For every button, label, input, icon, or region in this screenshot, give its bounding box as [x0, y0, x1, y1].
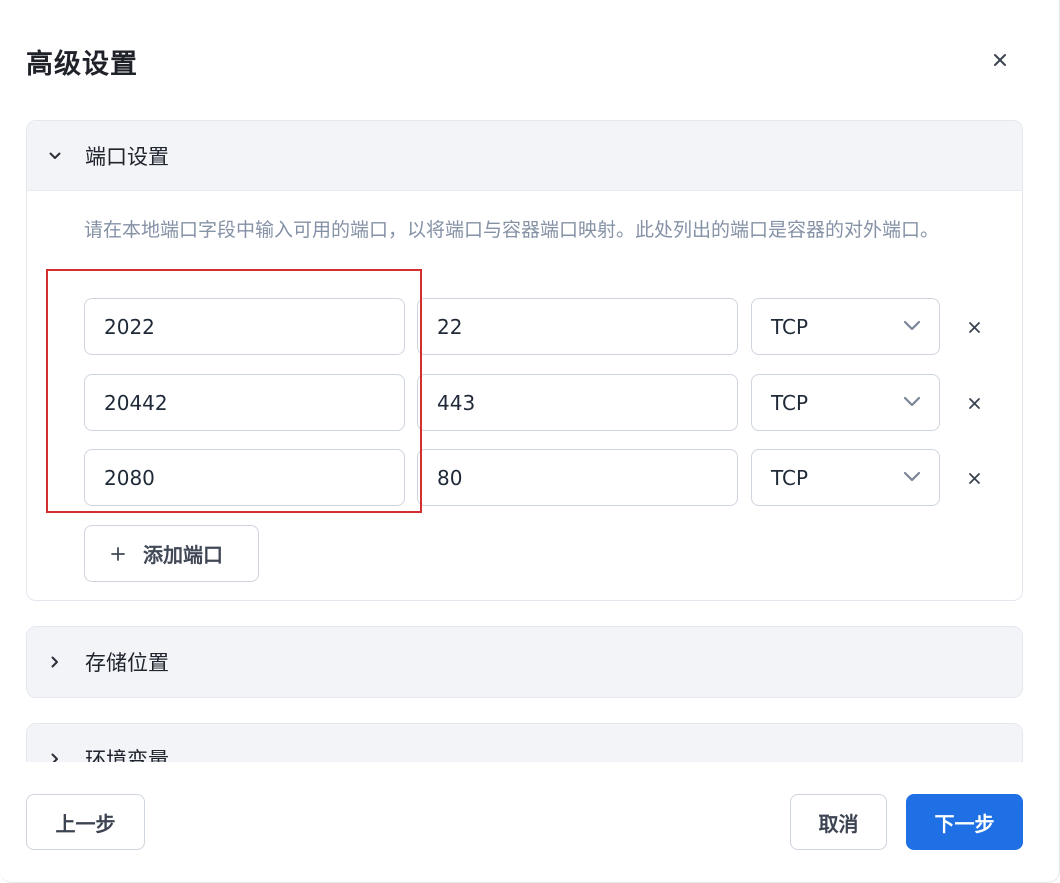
protocol-select[interactable]: TCP: [751, 374, 940, 431]
local-port-input[interactable]: [84, 374, 405, 431]
local-port-value[interactable]: [104, 314, 404, 339]
cancel-button[interactable]: 取消: [790, 794, 887, 850]
close-icon: [968, 321, 980, 333]
section-header-port-settings[interactable]: 端口设置: [27, 121, 1022, 191]
close-icon: [968, 472, 980, 484]
port-description: 请在本地端口字段中输入可用的端口，以将端口与容器端口映射。此处列出的端口是容器的…: [84, 219, 940, 241]
chevron-right-icon: [47, 751, 63, 762]
next-button[interactable]: 下一步: [906, 794, 1023, 850]
protocol-value: TCP: [771, 390, 809, 415]
container-port-input[interactable]: [417, 374, 738, 431]
back-button[interactable]: 上一步: [26, 794, 145, 850]
plus-icon: [111, 546, 125, 561]
local-port-value[interactable]: [104, 465, 404, 490]
chevron-down-icon: [903, 396, 921, 407]
section-header-storage-location[interactable]: 存储位置: [27, 627, 1022, 697]
container-port-value[interactable]: [437, 465, 737, 490]
chevron-down-icon: [47, 148, 63, 164]
add-port-label: 添加端口: [143, 543, 223, 567]
dialog-title: 高级设置: [26, 49, 138, 80]
chevron-right-icon: [47, 654, 63, 670]
close-icon: [968, 397, 980, 409]
settings-scroll-area[interactable]: 端口设置 请在本地端口字段中输入可用的端口，以将端口与容器端口映射。此处列出的端…: [0, 110, 1060, 762]
container-port-input[interactable]: [417, 449, 738, 506]
protocol-select[interactable]: TCP: [751, 298, 940, 355]
close-button[interactable]: [984, 44, 1016, 76]
chevron-down-icon: [903, 471, 921, 482]
protocol-value: TCP: [771, 465, 809, 490]
advanced-settings-dialog: 高级设置 端口设置 请在本地端口字段中输入可用的端口，以将端口与容器端口映射。此…: [0, 0, 1060, 883]
section-label: 端口设置: [85, 144, 169, 169]
section-port-settings: 端口设置 请在本地端口字段中输入可用的端口，以将端口与容器端口映射。此处列出的端…: [26, 120, 1023, 601]
section-environment-variables: 环境变量: [26, 723, 1023, 762]
local-port-input[interactable]: [84, 298, 405, 355]
container-port-value[interactable]: [437, 390, 737, 415]
add-port-button[interactable]: 添加端口: [84, 525, 259, 582]
close-icon: [994, 54, 1006, 66]
container-port-input[interactable]: [417, 298, 738, 355]
remove-port-button[interactable]: [959, 312, 989, 342]
remove-port-button[interactable]: [959, 388, 989, 418]
section-header-environment-variables[interactable]: 环境变量: [27, 724, 1022, 762]
section-storage-location: 存储位置: [26, 626, 1023, 698]
chevron-down-icon: [903, 320, 921, 331]
container-port-value[interactable]: [437, 314, 737, 339]
section-label: 存储位置: [85, 651, 169, 675]
protocol-value: TCP: [771, 314, 809, 339]
local-port-input[interactable]: [84, 449, 405, 506]
local-port-value[interactable]: [104, 390, 404, 415]
section-label: 环境变量: [85, 748, 169, 762]
protocol-select[interactable]: TCP: [751, 449, 940, 506]
remove-port-button[interactable]: [959, 463, 989, 493]
